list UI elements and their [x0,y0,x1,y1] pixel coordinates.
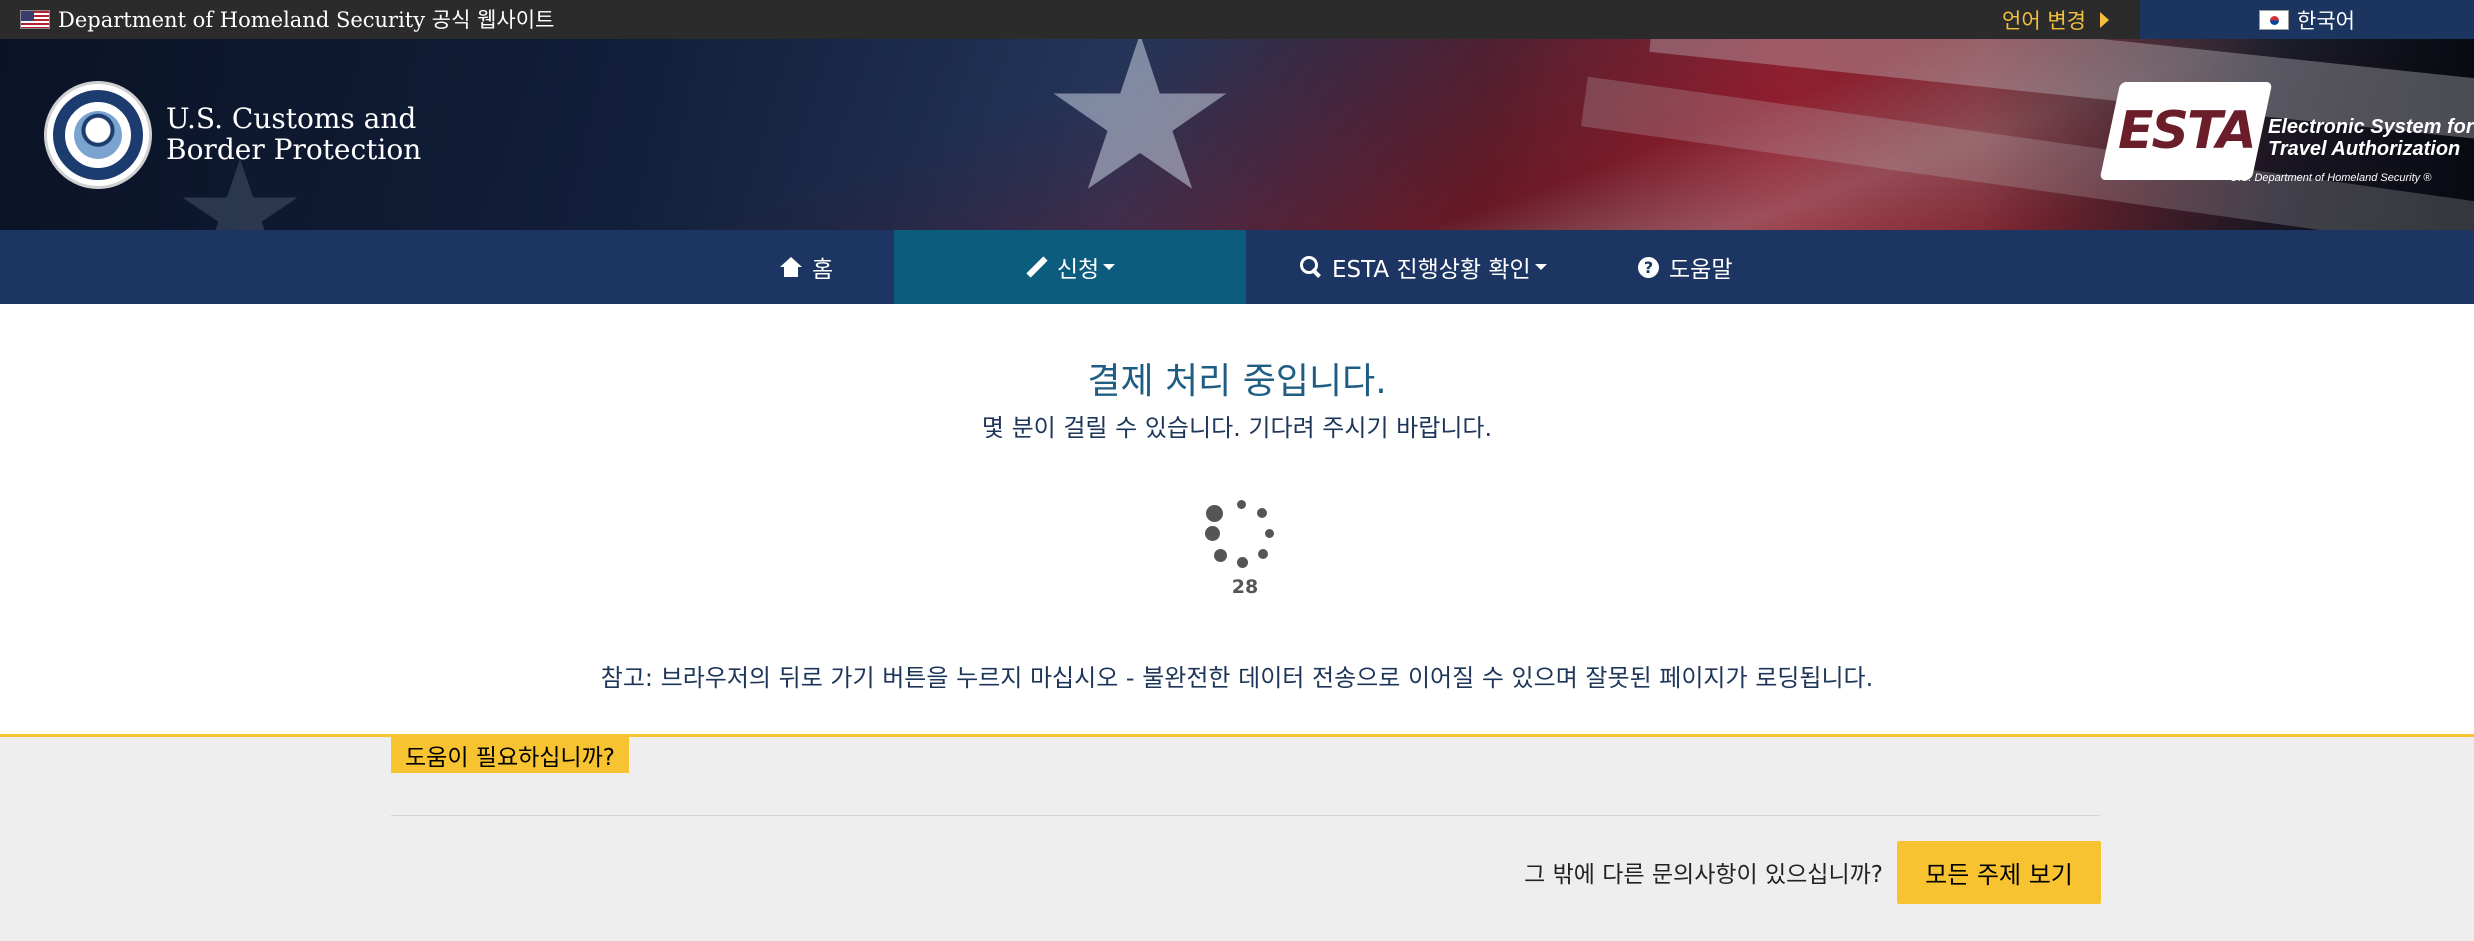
nav-help-label: 도움말 [1669,257,1733,283]
other-questions-text: 그 밖에 다른 문의사항이 있으십니까? [1524,862,1883,888]
help-section: 도움이 필요하십니까? 그 밖에 다른 문의사항이 있으십니까? 모든 주제 보… [0,734,2474,941]
esta-subtitle: Electronic System for Travel Authorizati… [2268,116,2474,160]
caret-right-icon [2099,11,2109,28]
caret-down-icon [1534,264,1547,270]
main-nav: 홈 신청 ESTA 진행상황 확인 ? 도움말 [0,230,2474,304]
dhs-seal-logo[interactable] [44,81,152,189]
view-all-topics-button[interactable]: 모든 주제 보기 [1897,841,2101,904]
official-site-notice: Department of Homeland Security 공식 웹사이트 [20,5,554,33]
pencil-icon [1025,256,1047,278]
official-site-text: Department of Homeland Security 공식 웹사이트 [58,8,555,32]
countdown-value: 28 [1231,576,1259,598]
esta-badge: ESTA [2099,82,2273,180]
nav-home-label: 홈 [812,257,834,283]
page-title: 결제 처리 중입니다. [1087,361,1387,402]
agency-name[interactable]: U.S. Customs and Border Protection [166,103,421,165]
current-language-label: 한국어 [2297,8,2355,33]
agency-name-line2: Border Protection [166,133,422,166]
help-heading: 도움이 필요하십니까? [391,737,629,773]
question-circle-icon: ? [1638,256,1659,278]
esta-logo-text: ESTA [2117,101,2255,161]
divider [391,815,2100,816]
flag-star-decoration [1053,39,1227,189]
loading-spinner-icon [1199,500,1283,584]
current-language-button[interactable]: 한국어 [2140,0,2474,39]
nav-help[interactable]: ? 도움말 [1638,230,1732,304]
nav-home[interactable]: 홈 [780,230,890,304]
change-language-label: 언어 변경 [2002,8,2086,33]
header-banner: U.S. Customs and Border Protection ESTA … [0,39,2474,230]
agency-name-line1: U.S. Customs and [166,102,417,135]
top-bar: Department of Homeland Security 공식 웹사이트 … [0,0,2474,39]
esta-subtitle-line1: Electronic System for [2268,116,2474,138]
caret-down-icon [1103,264,1116,270]
nav-apply-label: 신청 [1056,257,1100,283]
nav-check-status[interactable]: ESTA 진행상황 확인 [1300,230,1547,304]
esta-dhs-text: U.S. Department of Homeland Security ® [2230,172,2432,184]
us-flag-icon [20,9,50,29]
korea-flag-icon [2259,9,2290,30]
esta-logo[interactable]: ESTA Electronic System for Travel Author… [2099,82,2474,192]
home-icon [780,257,802,277]
nav-check-status-label: ESTA 진행상황 확인 [1332,257,1531,283]
esta-subtitle-line2: Travel Authorization [2268,138,2461,160]
nav-apply[interactable]: 신청 [894,230,1246,304]
page-subtitle: 몇 분이 걸릴 수 있습니다. 기다려 주시기 바랍니다. [981,414,1493,442]
change-language-link[interactable]: 언어 변경 [2002,0,2109,39]
main-content: 결제 처리 중입니다. 몇 분이 걸릴 수 있습니다. 기다려 주시기 바랍니다… [0,304,2474,734]
back-button-warning: 참고: 브라우저의 뒤로 가기 버튼을 누르지 마십시오 - 불완전한 데이터 … [600,664,1874,692]
search-icon [1300,256,1322,278]
